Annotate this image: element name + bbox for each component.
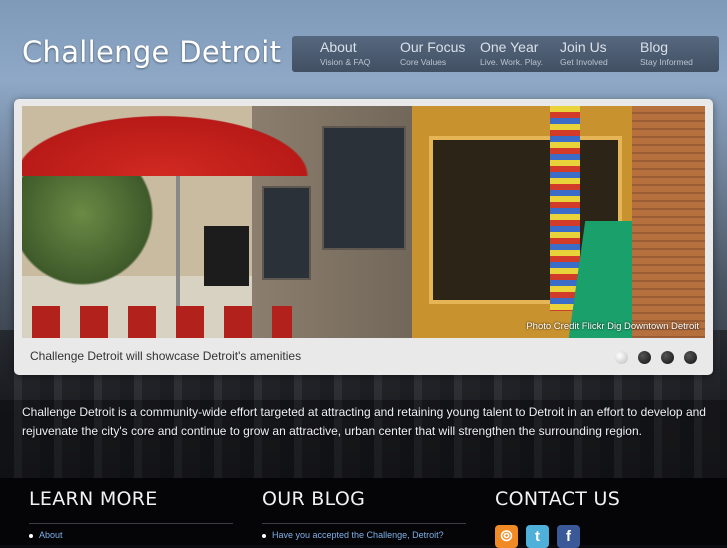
- main-navigation: About Vision & FAQ Our Focus Core Values…: [292, 36, 719, 72]
- footer-learn-more: LEARN MORE About: [29, 488, 233, 540]
- nav-item-one-year[interactable]: One Year Live. Work. Play.: [480, 39, 543, 67]
- footer-heading-blog: OUR BLOG: [262, 488, 366, 510]
- nav-item-join-us[interactable]: Join Us Get Involved: [560, 39, 608, 67]
- nav-title: About: [320, 39, 357, 55]
- divider: [29, 523, 233, 524]
- blog-post-link[interactable]: Have you accepted the Challenge, Detroit…: [262, 530, 466, 540]
- intro-paragraph: Challenge Detroit is a community-wide ef…: [22, 405, 706, 438]
- nav-title: One Year: [480, 39, 539, 55]
- photo-window: [322, 126, 406, 250]
- footer-heading-contact: CONTACT US: [495, 488, 621, 510]
- image-slider: Photo Credit Flickr Dig Downtown Detroit…: [14, 99, 713, 375]
- photo-window: [262, 186, 311, 280]
- nav-title: Blog: [640, 39, 669, 55]
- photo-chalkboard-sign: [204, 226, 249, 286]
- nav-item-about[interactable]: About Vision & FAQ: [320, 39, 370, 67]
- nav-subtitle: Stay Informed: [640, 57, 693, 67]
- photo-tree: [22, 166, 172, 286]
- footer-heading-learn-more: LEARN MORE: [29, 488, 158, 510]
- slider-dot-1[interactable]: [615, 351, 628, 364]
- photo-striped-sign: [550, 106, 580, 311]
- nav-subtitle: Core Values: [400, 57, 447, 67]
- nav-subtitle: Get Involved: [560, 57, 608, 67]
- divider: [262, 523, 466, 524]
- slider-dot-4[interactable]: [684, 351, 697, 364]
- nav-item-blog[interactable]: Blog Stay Informed: [640, 39, 693, 67]
- nav-subtitle: Live. Work. Play.: [480, 57, 543, 67]
- footer-contact: CONTACT US ⦾ t f: [495, 488, 699, 548]
- site-logo[interactable]: Challenge Detroit: [22, 35, 281, 69]
- photo-brick-wall: [632, 106, 705, 338]
- nav-subtitle: Vision & FAQ: [320, 57, 371, 67]
- footer-blog: OUR BLOG Have you accepted the Challenge…: [262, 488, 466, 540]
- slider-dot-2[interactable]: [638, 351, 651, 364]
- footer-link-about[interactable]: About: [29, 530, 233, 540]
- nav-title: Our Focus: [400, 39, 466, 55]
- slider-dot-3[interactable]: [661, 351, 674, 364]
- nav-title: Join Us: [560, 39, 607, 55]
- slider-pagination: [605, 351, 697, 365]
- blog-list: Have you accepted the Challenge, Detroit…: [262, 530, 466, 540]
- learn-more-list: About: [29, 530, 233, 540]
- nav-item-our-focus[interactable]: Our Focus Core Values: [400, 39, 465, 67]
- photo-chairs: [32, 306, 292, 338]
- slide-caption: Challenge Detroit will showcase Detroit'…: [30, 349, 302, 363]
- photo-umbrella: [22, 106, 332, 176]
- slide-photo[interactable]: Photo Credit Flickr Dig Downtown Detroit: [22, 106, 705, 338]
- photo-credit: Photo Credit Flickr Dig Downtown Detroit: [526, 321, 699, 332]
